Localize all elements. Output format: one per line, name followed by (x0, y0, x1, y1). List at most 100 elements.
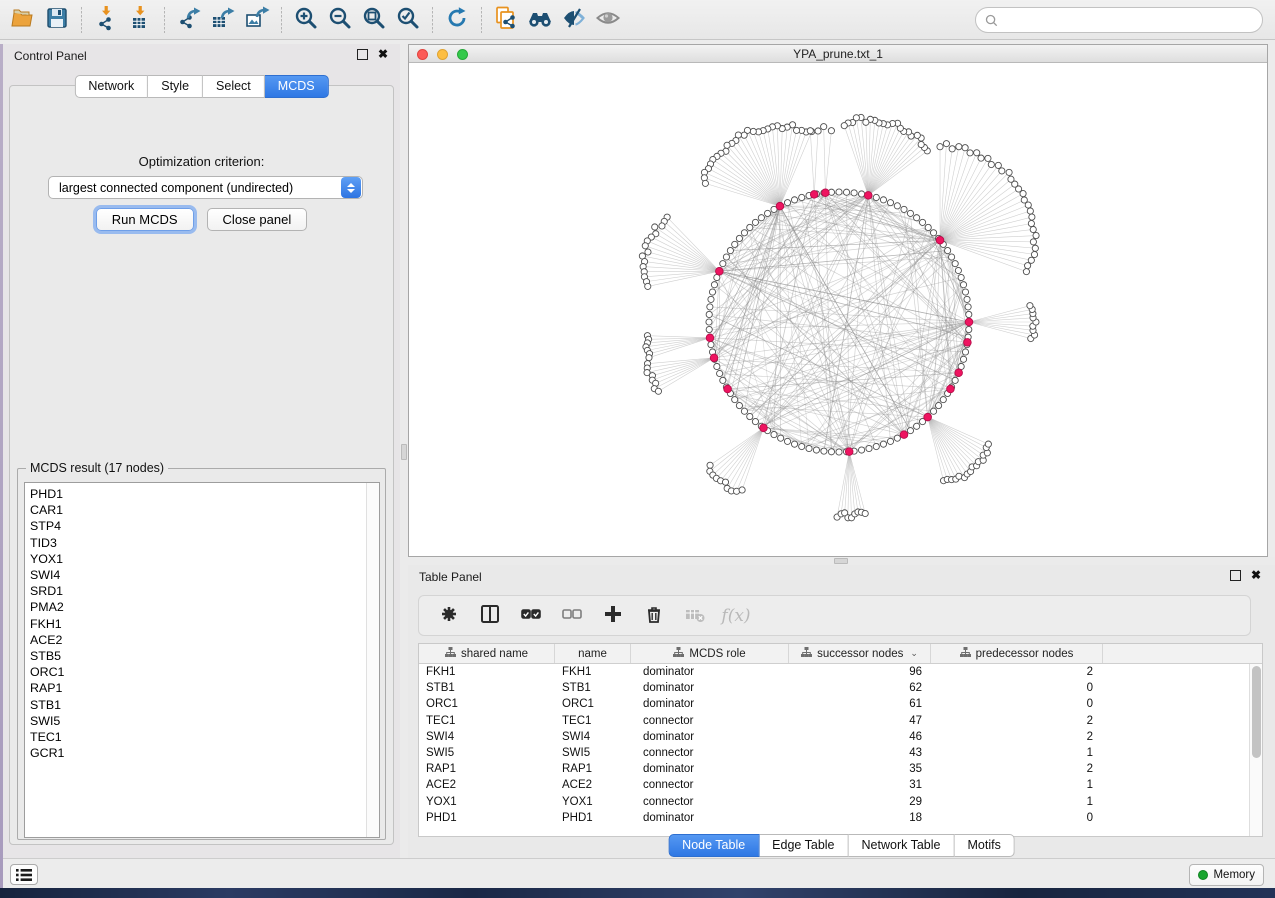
column-header-successor-nodes[interactable]: successor nodes⌄ (789, 644, 931, 663)
run-mcds-button[interactable]: Run MCDS (96, 208, 194, 231)
search-box[interactable] (975, 7, 1263, 33)
horizontal-splitter[interactable] (408, 557, 1275, 565)
toolbar-button-save-session[interactable] (40, 4, 74, 36)
toolbar-button-export-table[interactable] (206, 4, 240, 36)
table-cell: 35 (789, 761, 931, 777)
table-toolbar-gear-button[interactable] (437, 604, 461, 628)
mcds-result-item[interactable]: TEC1 (25, 729, 379, 745)
toolbar-button-eye-slash[interactable] (557, 4, 591, 36)
refresh-view-icon (444, 5, 470, 34)
table-row[interactable]: PHD1PHD1dominator180 (419, 810, 1262, 826)
toolbar-button-binoculars[interactable] (523, 4, 557, 36)
toolbar-button-clone-network[interactable] (489, 4, 523, 36)
table-row[interactable]: FKH1FKH1dominator962 (419, 664, 1262, 680)
table-row[interactable]: TEC1TEC1connector472 (419, 713, 1262, 729)
table-toolbar-columns-button[interactable] (478, 604, 502, 628)
toolbar-button-import-network[interactable] (89, 4, 123, 36)
column-type-icon (673, 647, 684, 661)
table-toolbar-trash-button[interactable] (642, 604, 666, 628)
vertical-splitter-grip[interactable] (401, 444, 407, 460)
toolbar-button-zoom-selected[interactable] (391, 4, 425, 36)
select-all-icon (520, 603, 542, 628)
tab-style[interactable]: Style (148, 75, 203, 98)
mcds-result-item[interactable]: ORC1 (25, 664, 379, 680)
node-table-header: shared namenameMCDS rolesuccessor nodes⌄… (419, 644, 1262, 664)
tab-node-table[interactable]: Node Table (668, 834, 759, 857)
mcds-result-item[interactable]: STB5 (25, 648, 379, 664)
tab-edge-table[interactable]: Edge Table (759, 834, 848, 857)
toolbar-button-export-image[interactable] (240, 4, 274, 36)
mcds-result-item[interactable]: PHD1 (25, 486, 379, 502)
mcds-result-item[interactable]: PMA2 (25, 599, 379, 615)
table-cell: STB1 (419, 680, 555, 696)
toolbar-button-eye[interactable] (591, 4, 625, 36)
close-panel-button[interactable]: Close panel (207, 208, 308, 231)
tab-network[interactable]: Network (74, 75, 148, 98)
table-cell: ACE2 (419, 777, 555, 793)
table-toolbar-add-button[interactable] (601, 604, 625, 628)
toolbar-button-refresh-view[interactable] (440, 4, 474, 36)
table-row[interactable]: STB1STB1dominator620 (419, 680, 1262, 696)
toolbar-button-open-file[interactable] (6, 4, 40, 36)
network-canvas[interactable] (409, 63, 1267, 556)
network-window-titlebar[interactable]: YPA_prune.txt_1 (409, 45, 1267, 63)
close-panel-icon[interactable]: ✖ (378, 47, 388, 61)
column-header-name[interactable]: name (555, 644, 631, 663)
tab-mcds[interactable]: MCDS (265, 75, 329, 98)
mcds-result-item[interactable]: TID3 (25, 535, 379, 551)
table-row[interactable]: YOX1YOX1connector291 (419, 794, 1262, 810)
horizontal-splitter-grip[interactable] (834, 558, 848, 564)
status-menu-button[interactable] (10, 864, 38, 885)
mcds-list-scrollbar[interactable] (366, 483, 379, 837)
column-type-icon (801, 647, 812, 661)
criterion-select[interactable]: largest connected component (undirected) (48, 176, 363, 199)
memory-button[interactable]: Memory (1189, 864, 1264, 886)
table-row[interactable]: ORC1ORC1dominator610 (419, 696, 1262, 712)
mcds-result-item[interactable]: SWI4 (25, 567, 379, 583)
tab-select[interactable]: Select (203, 75, 265, 98)
table-toolbar-deselect-all-button[interactable] (560, 604, 584, 628)
float-table-panel-icon[interactable] (1230, 570, 1241, 581)
table-row[interactable]: SWI5SWI5connector431 (419, 745, 1262, 761)
network-window-title: YPA_prune.txt_1 (409, 47, 1267, 61)
column-header-shared-name[interactable]: shared name (419, 644, 555, 663)
table-scrollbar[interactable] (1249, 664, 1262, 836)
mcds-result-item[interactable]: CAR1 (25, 502, 379, 518)
table-toolbar-select-all-button[interactable] (519, 604, 543, 628)
search-input[interactable] (998, 13, 1262, 27)
mcds-result-item[interactable]: FKH1 (25, 616, 379, 632)
mcds-result-item[interactable]: ACE2 (25, 632, 379, 648)
table-panel-title: Table Panel (419, 570, 482, 584)
vertical-splitter[interactable] (400, 44, 408, 858)
table-cell: TEC1 (419, 713, 555, 729)
tab-motifs[interactable]: Motifs (954, 834, 1014, 857)
toolbar-button-import-table[interactable] (123, 4, 157, 36)
table-cell: dominator (631, 680, 789, 696)
mcds-result-item[interactable]: GCR1 (25, 745, 379, 761)
binoculars-icon (527, 5, 553, 34)
mcds-result-item[interactable]: SWI5 (25, 713, 379, 729)
toolbar-button-zoom-out[interactable] (323, 4, 357, 36)
table-row[interactable]: RAP1RAP1dominator352 (419, 761, 1262, 777)
toolbar-button-zoom-in[interactable] (289, 4, 323, 36)
column-header-MCDS-role[interactable]: MCDS role (631, 644, 789, 663)
toolbar-button-zoom-fit[interactable] (357, 4, 391, 36)
mcds-result-item[interactable]: RAP1 (25, 680, 379, 696)
mcds-result-item[interactable]: STP4 (25, 518, 379, 534)
mcds-result-item[interactable]: SRD1 (25, 583, 379, 599)
table-scrollbar-thumb[interactable] (1252, 666, 1261, 758)
tab-network-table[interactable]: Network Table (849, 834, 955, 857)
mcds-result-list[interactable]: PHD1CAR1STP4TID3YOX1SWI4SRD1PMA2FKH1ACE2… (24, 482, 380, 838)
table-panel-header: Table Panel ✖ (408, 565, 1275, 589)
close-table-panel-icon[interactable]: ✖ (1251, 568, 1261, 582)
toolbar-button-export-network[interactable] (172, 4, 206, 36)
trash-icon (643, 603, 665, 628)
table-cell: dominator (631, 810, 789, 826)
table-toolbar-function-button: f(x) (724, 604, 748, 628)
table-row[interactable]: SWI4SWI4dominator462 (419, 729, 1262, 745)
column-header-predecessor-nodes[interactable]: predecessor nodes (931, 644, 1103, 663)
float-panel-icon[interactable] (357, 49, 368, 60)
table-row[interactable]: ACE2ACE2connector311 (419, 777, 1262, 793)
mcds-result-item[interactable]: YOX1 (25, 551, 379, 567)
mcds-result-item[interactable]: STB1 (25, 697, 379, 713)
